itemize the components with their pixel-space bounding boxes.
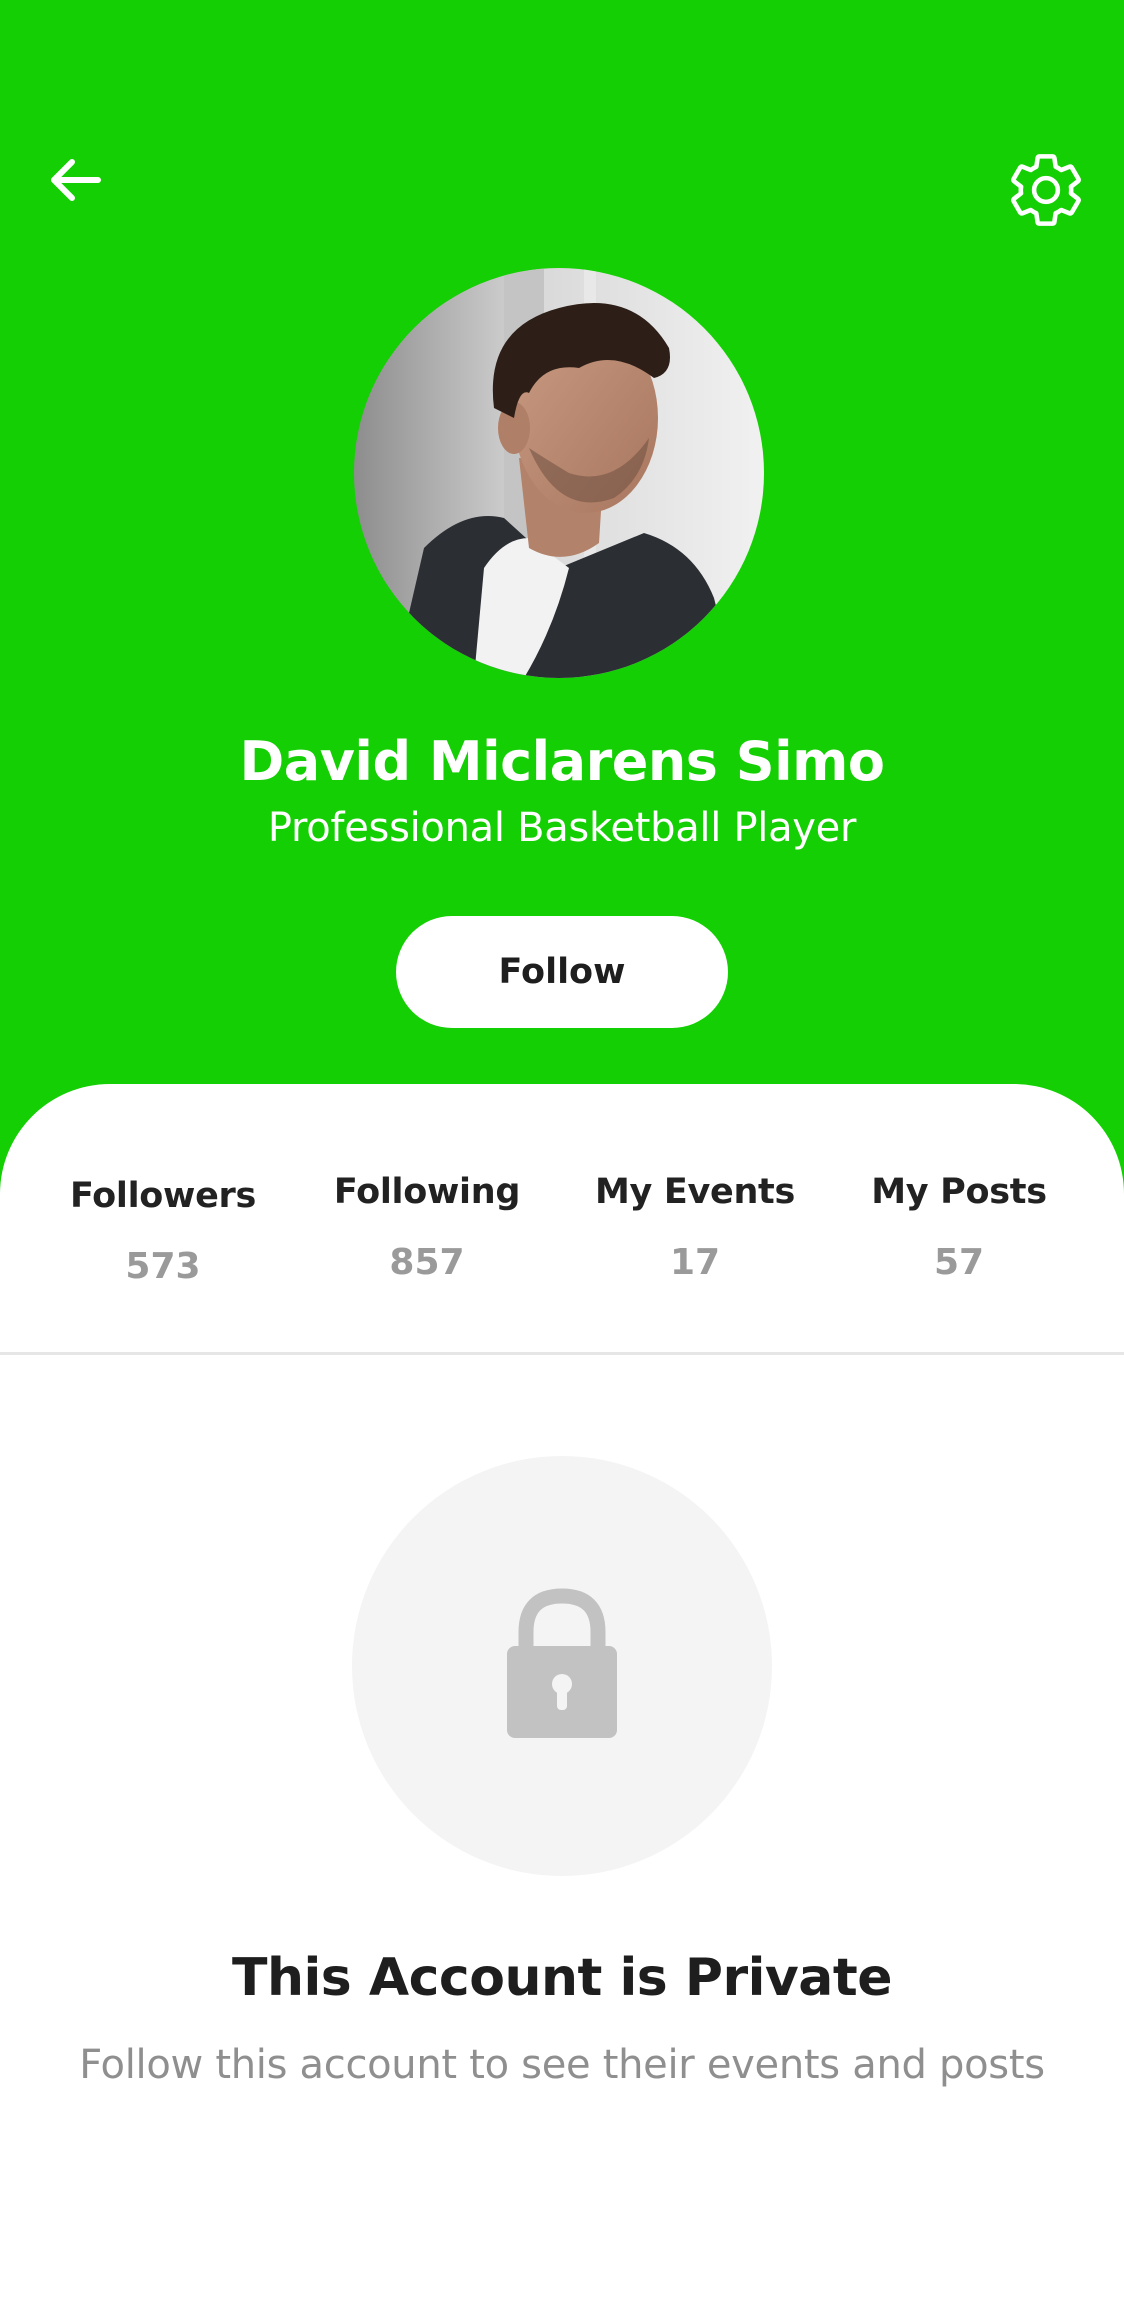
gear-icon	[1011, 154, 1081, 226]
stat-value: 857	[389, 1242, 465, 1283]
profile-screen: David Miclarens Simo Professional Basket…	[0, 0, 1124, 2310]
private-title: This Account is Private	[231, 1948, 893, 2008]
arrow-left-icon	[51, 159, 101, 201]
stat-label: Following	[333, 1172, 521, 1212]
stat-my-events[interactable]: My Events 17	[575, 1172, 815, 1283]
stat-label: My Events	[594, 1172, 796, 1212]
stats-divider	[0, 1352, 1124, 1355]
lock-badge	[352, 1456, 772, 1876]
stat-value: 573	[125, 1246, 201, 1287]
stat-value: 17	[669, 1242, 721, 1283]
back-button[interactable]	[36, 150, 112, 210]
follow-button[interactable]: Follow	[396, 916, 728, 1028]
stat-my-posts[interactable]: My Posts 57	[839, 1172, 1079, 1283]
private-description: Follow this account to see their events …	[79, 2042, 1045, 2088]
stat-followers[interactable]: Followers 573	[43, 1176, 283, 1287]
profile-name: David Miclarens Simo	[239, 730, 885, 793]
stat-label: Followers	[69, 1176, 257, 1216]
lock-icon	[507, 1588, 617, 1738]
stat-label: My Posts	[871, 1172, 1047, 1212]
profile-avatar	[354, 268, 764, 678]
stat-following[interactable]: Following 857	[307, 1172, 547, 1283]
profile-header: David Miclarens Simo Professional Basket…	[0, 0, 1124, 1200]
stat-value: 57	[933, 1242, 985, 1283]
profile-title: Professional Basketball Player	[267, 805, 857, 851]
settings-button[interactable]	[1000, 144, 1092, 236]
